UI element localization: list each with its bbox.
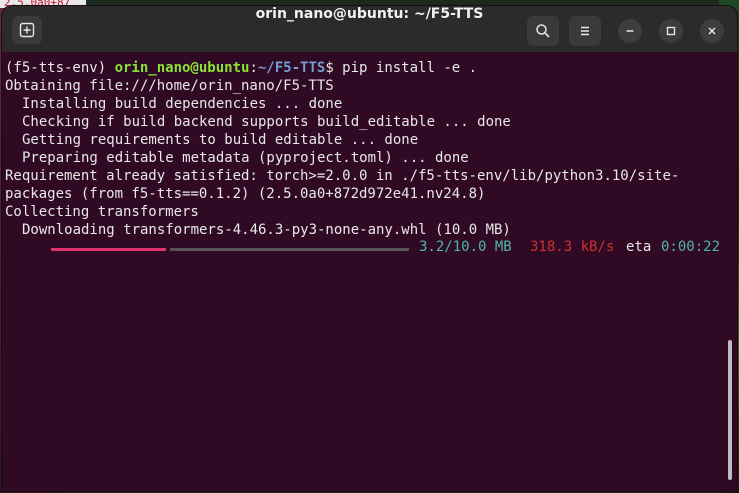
maximize-icon [666, 26, 676, 36]
close-button[interactable] [700, 19, 724, 43]
output-line: Installing build dependencies ... done [22, 96, 343, 112]
output-line: Preparing editable metadata (pyproject.t… [22, 150, 469, 166]
close-icon [708, 27, 716, 35]
hamburger-menu-icon [581, 26, 589, 36]
progress-eta-label: eta [626, 239, 652, 255]
output-line: Downloading transformers-4.46.3-py3-none… [22, 222, 511, 238]
prompt-user-host: orin_nano@ubuntu [114, 60, 250, 76]
prompt-symbol: $ [325, 60, 334, 76]
progress-bar-remaining [170, 248, 409, 251]
download-progress: 3.2/10.0 MB 318.3 kB/s eta 0:00:22 [5, 239, 730, 257]
search-icon [536, 24, 550, 38]
prompt-path: ~/F5-TTS [257, 60, 326, 76]
new-tab-icon [19, 22, 35, 38]
progress-bar-filled [51, 248, 166, 251]
progress-eta: 0:00:22 [661, 239, 721, 255]
prompt-separator: : [249, 60, 258, 76]
command-prompt-line: (f5-tts-env) orin_nano@ubuntu:~/F5-TTS$ … [5, 59, 730, 77]
output-line: packages (from f5-tts==0.1.2) (2.5.0a0+8… [5, 186, 486, 202]
terminal-output[interactable]: (f5-tts-env) orin_nano@ubuntu:~/F5-TTS$ … [2, 52, 737, 491]
search-button[interactable] [527, 16, 559, 46]
output-line: Checking if build backend supports build… [22, 114, 511, 130]
output-line: Collecting transformers [5, 204, 199, 220]
menu-button[interactable] [569, 16, 601, 46]
output-line: Requirement already satisfied: torch>=2.… [5, 168, 680, 184]
output-line: Getting requirements to build editable .… [22, 132, 419, 148]
scrollbar[interactable] [728, 340, 732, 480]
title-bar[interactable]: orin_nano@ubuntu: ~/F5-TTS [2, 6, 737, 53]
new-tab-button[interactable] [12, 16, 42, 44]
prompt-command: pip install -e . [333, 60, 478, 76]
terminal-window: orin_nano@ubuntu: ~/F5-TTS (f5-tts-env) … [2, 6, 737, 491]
prompt-env: (f5-tts-env) [5, 60, 115, 76]
progress-speed: 318.3 kB/s [530, 239, 615, 255]
minimize-icon [626, 30, 634, 32]
output-line: Obtaining file:///home/orin_nano/F5-TTS [5, 78, 334, 94]
terminal-lines: (f5-tts-env) orin_nano@ubuntu:~/F5-TTS$ … [5, 59, 730, 257]
minimize-button[interactable] [618, 19, 642, 43]
maximize-button[interactable] [659, 19, 683, 43]
progress-size: 3.2/10.0 MB [419, 239, 512, 255]
